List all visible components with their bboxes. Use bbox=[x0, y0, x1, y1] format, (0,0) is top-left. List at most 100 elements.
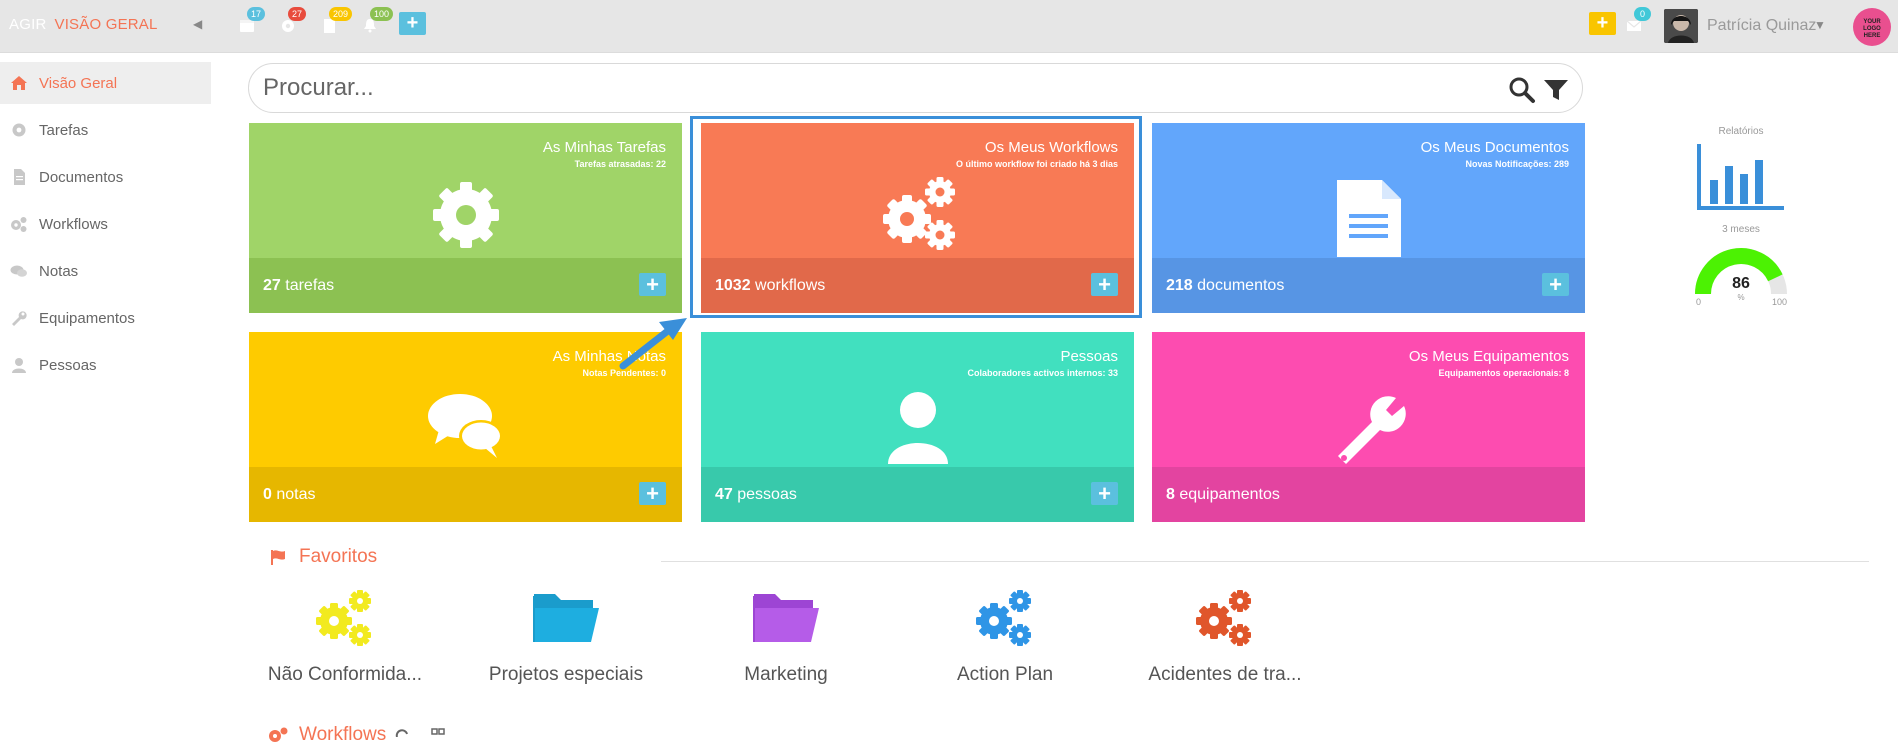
favorite-label: Marketing bbox=[744, 664, 828, 685]
sidebar-item-visao-geral[interactable]: Visão Geral bbox=[0, 62, 211, 104]
current-section: VISÃO GERAL bbox=[54, 16, 158, 33]
comments-icon bbox=[427, 394, 503, 458]
favorite-item[interactable]: Action Plan bbox=[920, 588, 1090, 698]
tile-count: 0 notas bbox=[263, 486, 316, 504]
calendar-notifications[interactable]: 17 bbox=[238, 7, 266, 34]
workflows-title: Workflows bbox=[299, 724, 387, 745]
search-bar bbox=[248, 63, 1583, 113]
sidebar-item-label: Tarefas bbox=[39, 122, 89, 139]
bar-chart-icon[interactable] bbox=[1696, 142, 1786, 210]
add-documento-button[interactable]: + bbox=[1542, 273, 1569, 296]
top-bar: AGIR VISÃO GERAL ◀ 17 27 209 100 + + 0 Pa… bbox=[0, 0, 1898, 53]
tile-title: Pessoas bbox=[1060, 348, 1118, 365]
chevron-down-icon[interactable]: ▼ bbox=[1814, 18, 1826, 32]
logo-text: HERE bbox=[1863, 33, 1881, 39]
refresh-icon[interactable] bbox=[395, 728, 409, 737]
gear-notifications[interactable]: 27 bbox=[279, 7, 307, 34]
calendar-badge: 17 bbox=[247, 7, 266, 21]
tile-count: 47 pessoas bbox=[715, 486, 797, 504]
sidebar-item-documentos[interactable]: Documentos bbox=[0, 156, 211, 198]
add-favorite-button[interactable]: + bbox=[1589, 12, 1616, 35]
add-pessoa-button[interactable]: + bbox=[1091, 482, 1118, 505]
tile-subtitle: Tarefas atrasadas: 22 bbox=[574, 159, 666, 169]
sidebar-item-label: Visão Geral bbox=[39, 75, 118, 92]
tile-title: Os Meus Documentos bbox=[1420, 139, 1569, 156]
highlight-frame bbox=[690, 116, 1142, 318]
mail-notifications[interactable]: 0 bbox=[1625, 7, 1651, 34]
arrow-annotation-icon bbox=[619, 318, 687, 370]
tile-title: Os Meus Equipamentos bbox=[1408, 348, 1569, 365]
tile-count-value: 47 bbox=[715, 486, 733, 503]
sidebar-item-notas[interactable]: Notas bbox=[0, 250, 211, 292]
user-name[interactable]: Patrícia Quinaz bbox=[1707, 17, 1816, 35]
wrench-icon bbox=[12, 311, 27, 326]
sidebar: Visão Geral Tarefas Documentos Workflows… bbox=[0, 53, 211, 737]
collapse-sidebar-icon[interactable]: ◀ bbox=[193, 17, 202, 31]
gauge-max: 100 bbox=[1772, 297, 1788, 307]
gauge-value: 86 bbox=[1732, 275, 1750, 292]
comments-icon bbox=[10, 265, 27, 277]
document-icon bbox=[14, 169, 25, 185]
gauge-min: 0 bbox=[1696, 297, 1702, 307]
tile-subtitle: Equipamentos operacionais: 8 bbox=[1438, 368, 1569, 378]
tile-subtitle: Colaboradores activos internos: 33 bbox=[967, 368, 1118, 378]
tile-tarefas[interactable]: As Minhas Tarefas Tarefas atrasadas: 22 … bbox=[249, 123, 682, 313]
flag-icon bbox=[271, 550, 285, 565]
sidebar-item-equipamentos[interactable]: Equipamentos bbox=[0, 297, 211, 339]
user-icon bbox=[887, 392, 948, 464]
tile-count-unit: pessoas bbox=[737, 486, 797, 503]
sidebar-item-label: Workflows bbox=[39, 216, 108, 233]
gear-badge: 27 bbox=[288, 7, 307, 21]
add-tarefa-button[interactable]: + bbox=[639, 273, 666, 296]
tile-count-unit: notas bbox=[276, 486, 316, 503]
mail-badge: 0 bbox=[1634, 7, 1651, 21]
favorite-item[interactable]: Acidentes de tra... bbox=[1140, 588, 1310, 698]
favorite-label: Acidentes de tra... bbox=[1148, 664, 1302, 685]
favorite-item[interactable]: Marketing bbox=[701, 588, 871, 698]
tile-count-value: 8 bbox=[1166, 486, 1175, 503]
filter-icon[interactable] bbox=[1542, 76, 1570, 104]
favorite-item[interactable]: Não Conformida... bbox=[260, 588, 430, 698]
gear-icon bbox=[12, 123, 26, 137]
search-icon[interactable] bbox=[1508, 76, 1536, 104]
company-logo[interactable]: YOUR LOGO HERE bbox=[1853, 8, 1891, 46]
sidebar-item-label: Equipamentos bbox=[39, 310, 135, 327]
tile-footer: 8 equipamentos bbox=[1152, 467, 1585, 522]
document-notifications[interactable]: 209 bbox=[320, 7, 353, 34]
brand-name: AGIR bbox=[9, 16, 47, 33]
tile-documentos[interactable]: Os Meus Documentos Novas Notificações: 2… bbox=[1152, 123, 1585, 313]
bell-notifications[interactable]: 100 bbox=[361, 7, 394, 34]
add-nota-button[interactable]: + bbox=[639, 482, 666, 505]
document-badge: 209 bbox=[329, 7, 353, 21]
tile-count: 8 equipamentos bbox=[1166, 486, 1280, 504]
logo-text: YOUR bbox=[1863, 19, 1881, 25]
grid-view-icon[interactable] bbox=[431, 728, 445, 737]
home-icon bbox=[11, 76, 27, 90]
tile-count-unit: tarefas bbox=[285, 277, 335, 294]
gears-icon bbox=[11, 217, 27, 232]
gauge-unit: % bbox=[1737, 293, 1745, 302]
tile-equipamentos[interactable]: Os Meus Equipamentos Equipamentos operac… bbox=[1152, 332, 1585, 522]
tile-pessoas[interactable]: Pessoas Colaboradores activos internos: … bbox=[701, 332, 1134, 522]
gears-icon bbox=[269, 727, 288, 742]
favorite-item[interactable]: Projetos especiais bbox=[481, 588, 651, 698]
sidebar-item-workflows[interactable]: Workflows bbox=[0, 203, 211, 245]
tile-count: 218 documentos bbox=[1166, 277, 1284, 295]
favorites-title: Favoritos bbox=[299, 546, 378, 567]
logo-text: LOGO bbox=[1863, 26, 1881, 32]
sidebar-item-label: Documentos bbox=[39, 169, 124, 186]
user-icon bbox=[12, 358, 26, 373]
search-input[interactable] bbox=[263, 74, 1463, 102]
tile-count: 27 tarefas bbox=[263, 277, 334, 295]
quick-add-button[interactable]: + bbox=[399, 12, 426, 35]
brand[interactable]: AGIR VISÃO GERAL bbox=[9, 16, 158, 33]
sidebar-item-tarefas[interactable]: Tarefas bbox=[0, 109, 211, 151]
sidebar-item-pessoas[interactable]: Pessoas bbox=[0, 344, 211, 386]
tile-footer: 0 notas + bbox=[249, 467, 682, 522]
favorite-label: Projetos especiais bbox=[488, 664, 644, 685]
avatar[interactable] bbox=[1664, 9, 1698, 43]
gear-icon bbox=[432, 182, 499, 248]
wrench-icon bbox=[1337, 396, 1406, 464]
tile-subtitle: Novas Notificações: 289 bbox=[1465, 159, 1569, 169]
section-divider bbox=[661, 561, 1869, 562]
